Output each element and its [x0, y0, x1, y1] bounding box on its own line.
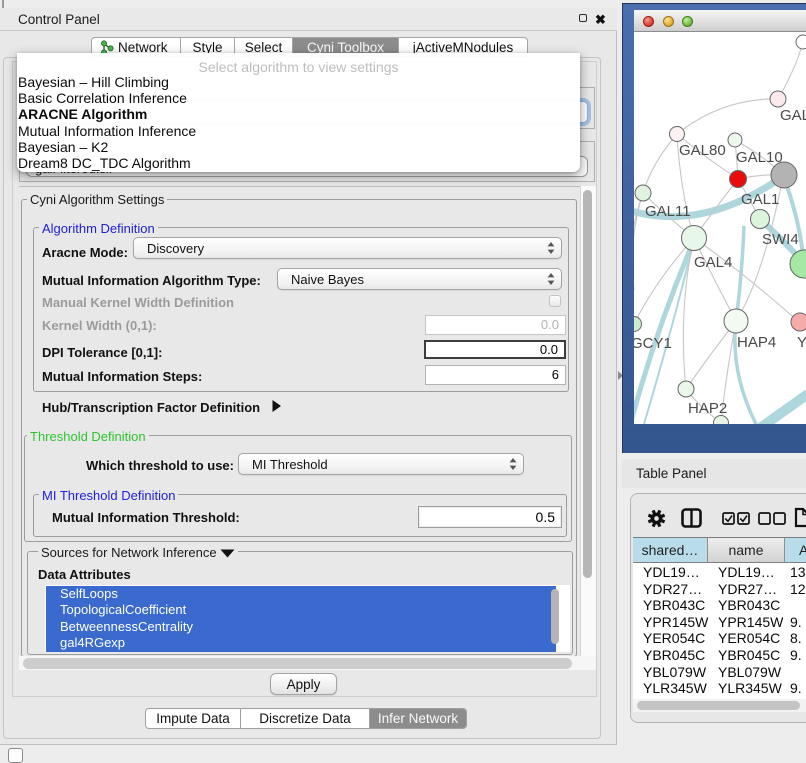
svg-text:GAL4: GAL4: [694, 254, 732, 271]
svg-text:GAL80: GAL80: [679, 142, 726, 159]
svg-text:SWI4: SWI4: [762, 231, 799, 248]
svg-text:HAP2: HAP2: [688, 400, 727, 417]
svg-text:GCY1: GCY1: [634, 335, 672, 352]
svg-text:HAP4: HAP4: [737, 334, 776, 351]
svg-text:GAL10: GAL10: [736, 149, 783, 166]
svg-text:GAL: GAL: [780, 107, 806, 124]
svg-text:Y: Y: [797, 334, 806, 351]
svg-text:GAL1: GAL1: [741, 191, 779, 208]
svg-text:GAL11: GAL11: [645, 203, 691, 220]
